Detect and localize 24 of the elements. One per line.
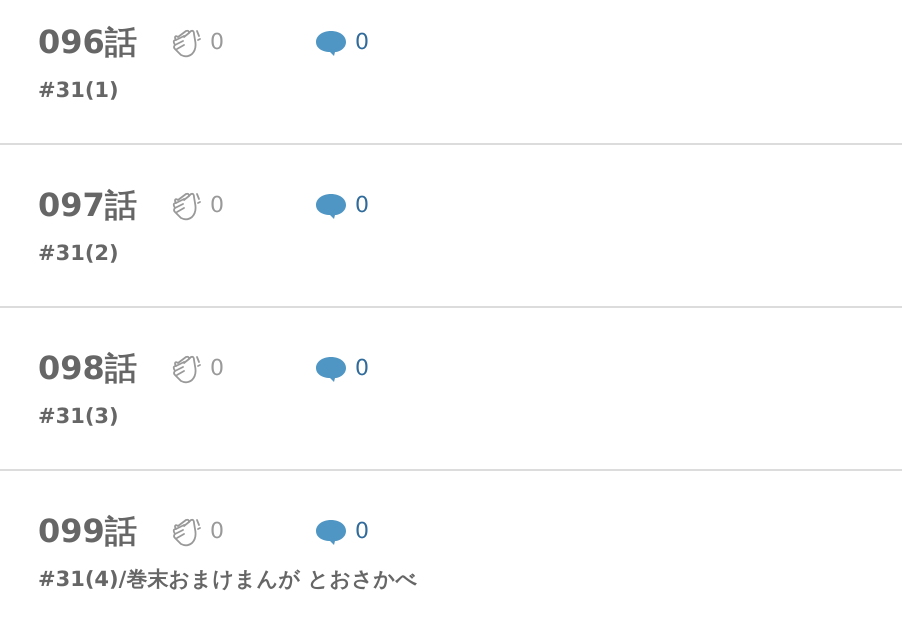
comment-count: 0 (355, 521, 369, 543)
clapping-hands-icon (170, 353, 202, 385)
speech-bubble-icon (315, 355, 347, 383)
episode-subtitle: #31(1) (38, 77, 120, 104)
episode-title[interactable]: 098話 (38, 347, 170, 391)
speech-bubble-icon (315, 518, 347, 546)
episode-title[interactable]: 097話 (38, 184, 170, 228)
episode-title[interactable]: 096話 (38, 21, 170, 65)
speech-bubble-icon (315, 192, 347, 220)
episode-subtitle: #31(4)/巻末おまけまんが とおさかべ (38, 566, 419, 593)
clapping-hands-icon (170, 27, 202, 59)
comment-count: 0 (355, 32, 369, 54)
clapping-hands-icon (170, 516, 202, 548)
clap-count: 0 (210, 195, 224, 217)
speech-bubble-icon (315, 29, 347, 57)
episode-subtitle: #31(2) (38, 240, 120, 267)
episode-subtitle: #31(3) (38, 403, 120, 430)
clapping-hands-icon (170, 190, 202, 222)
clap-count: 0 (210, 32, 224, 54)
clap-count: 0 (210, 521, 224, 543)
clap-count: 0 (210, 358, 224, 380)
comment-count: 0 (355, 195, 369, 217)
episode-title[interactable]: 099話 (38, 510, 170, 554)
comment-count: 0 (355, 358, 369, 380)
